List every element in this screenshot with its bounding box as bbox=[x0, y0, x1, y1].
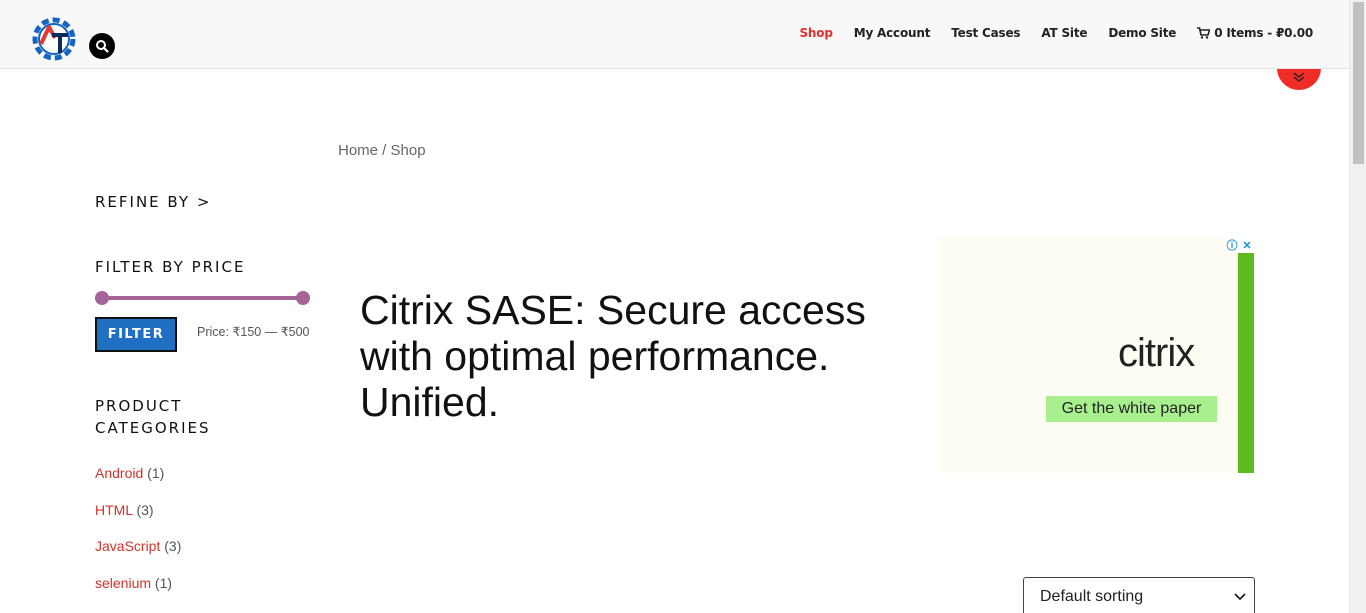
double-chevron-down-icon bbox=[1293, 72, 1305, 82]
citrix-logo: citrix bbox=[1118, 331, 1195, 375]
price-slider-min-handle[interactable] bbox=[95, 291, 109, 305]
ad-close-icon[interactable]: ✕ bbox=[1242, 239, 1251, 252]
category-link-android[interactable]: Android bbox=[95, 465, 143, 481]
sorting-select[interactable]: Default sorting bbox=[1023, 577, 1255, 613]
site-header: Shop My Account Test Cases AT Site Demo … bbox=[0, 0, 1349, 69]
category-item: Android (1) bbox=[95, 465, 181, 502]
nav-shop[interactable]: Shop bbox=[799, 26, 832, 40]
search-icon bbox=[96, 40, 109, 53]
ad-cta-button[interactable]: Get the white paper bbox=[1046, 396, 1217, 422]
sorting-selected-value: Default sorting bbox=[1040, 588, 1144, 605]
price-slider-track bbox=[101, 296, 304, 300]
breadcrumb-home[interactable]: Home bbox=[338, 142, 378, 159]
price-range-label: Price: ₹150 — ₹500 bbox=[197, 325, 310, 339]
main-nav: Shop My Account Test Cases AT Site Demo … bbox=[778, 26, 1313, 40]
category-item: HTML (3) bbox=[95, 502, 181, 539]
nav-demo-site[interactable]: Demo Site bbox=[1108, 26, 1176, 40]
category-list: Android (1) HTML (3) JavaScript (3) sele… bbox=[95, 465, 181, 612]
ad-choices-badge[interactable]: ⓘ ✕ bbox=[1224, 237, 1254, 253]
advertisement-banner[interactable]: Citrix SASE: Secure access with optimal … bbox=[338, 237, 1254, 473]
breadcrumb-current: Shop bbox=[390, 142, 426, 159]
category-link-html[interactable]: HTML bbox=[95, 502, 133, 518]
nav-at-site[interactable]: AT Site bbox=[1041, 26, 1087, 40]
cart-summary: 0 Items - ₽0.00 bbox=[1214, 26, 1313, 40]
scrollbar-thumb[interactable] bbox=[1353, 2, 1364, 164]
search-button[interactable] bbox=[89, 33, 115, 59]
filter-button[interactable]: FILTER bbox=[95, 317, 177, 352]
ad-green-stripe bbox=[1238, 253, 1254, 473]
product-categories-title-line1: PRODUCT bbox=[95, 397, 183, 415]
breadcrumb-separator: / bbox=[378, 142, 391, 159]
product-categories-title: PRODUCT CATEGORIES bbox=[95, 395, 211, 439]
category-count: (3) bbox=[164, 538, 182, 555]
chevron-down-icon bbox=[1234, 593, 1246, 601]
price-range-slider[interactable] bbox=[95, 291, 310, 305]
category-link-javascript[interactable]: JavaScript bbox=[95, 538, 160, 554]
breadcrumb: Home / Shop bbox=[338, 142, 426, 159]
price-slider-max-handle[interactable] bbox=[296, 291, 310, 305]
category-count: (1) bbox=[147, 465, 165, 481]
ad-info-icon[interactable]: ⓘ bbox=[1226, 237, 1237, 253]
nav-my-account[interactable]: My Account bbox=[854, 26, 931, 40]
nav-test-cases[interactable]: Test Cases bbox=[951, 26, 1020, 40]
category-link-selenium[interactable]: selenium bbox=[95, 575, 151, 591]
filter-by-price-title: FILTER BY PRICE bbox=[95, 258, 246, 276]
page-scrollbar[interactable] bbox=[1349, 0, 1366, 613]
category-count: (1) bbox=[154, 575, 173, 592]
nav-cart[interactable]: 0 Items - ₽0.00 bbox=[1197, 26, 1313, 40]
refine-by-title[interactable]: REFINE BY > bbox=[95, 191, 211, 213]
ad-headline[interactable]: Citrix SASE: Secure access with optimal … bbox=[360, 287, 920, 425]
category-count: (3) bbox=[136, 501, 154, 518]
site-logo[interactable] bbox=[28, 13, 80, 65]
product-categories-title-line2: CATEGORIES bbox=[95, 419, 211, 437]
cart-icon bbox=[1197, 27, 1211, 39]
category-item: selenium (1) bbox=[95, 575, 181, 612]
category-item: JavaScript (3) bbox=[95, 538, 181, 575]
